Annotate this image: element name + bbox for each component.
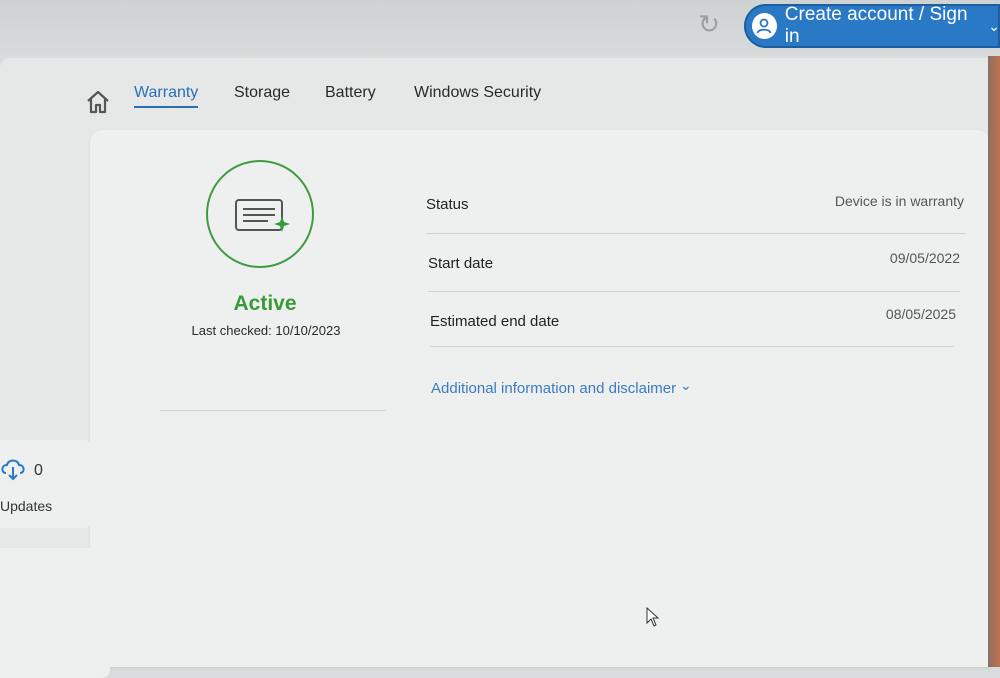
divider: [160, 410, 386, 411]
row-divider: [430, 346, 954, 347]
last-checked: Last checked: 10/10/2023: [191, 323, 341, 338]
chevron-down-icon[interactable]: ⌄: [680, 378, 692, 394]
account-button-label: Create account / Sign in: [784, 4, 968, 47]
chevron-down-icon: ⌄: [988, 17, 1000, 34]
end-date-value: 08/05/2025: [885, 306, 956, 322]
warranty-state: Active: [233, 292, 297, 315]
refresh-icon[interactable]: ↻: [694, 10, 724, 40]
sidebar-card[interactable]: [0, 548, 110, 678]
row-divider: [428, 291, 960, 292]
certificate-icon: [235, 199, 290, 232]
user-icon: [752, 13, 777, 39]
home-icon[interactable]: [84, 88, 112, 116]
warranty-badge: [206, 160, 314, 268]
cloud-download-icon: [1, 459, 25, 481]
mouse-cursor-icon: [646, 607, 660, 627]
tab-battery[interactable]: Battery: [325, 84, 376, 102]
create-account-sign-in-button[interactable]: Create account / Sign in ⌄: [744, 4, 1000, 48]
start-date-label: Start date: [428, 255, 494, 272]
row-divider: [426, 233, 966, 234]
additional-info-link[interactable]: Additional information and disclaimer: [431, 380, 676, 397]
updates-label: Updates: [0, 498, 53, 514]
tab-windows-security[interactable]: Windows Security: [414, 84, 541, 102]
tab-storage[interactable]: Storage: [234, 84, 290, 102]
end-date-label: Estimated end date: [430, 313, 560, 330]
start-date-value: 09/05/2022: [889, 250, 960, 266]
tab-warranty[interactable]: Warranty: [134, 84, 199, 108]
screen-bezel: [988, 56, 1000, 667]
status-label: Status: [426, 196, 469, 213]
updates-count: 0: [34, 462, 43, 479]
status-value: Device is in warranty: [834, 193, 964, 209]
updates-card[interactable]: [0, 440, 92, 528]
